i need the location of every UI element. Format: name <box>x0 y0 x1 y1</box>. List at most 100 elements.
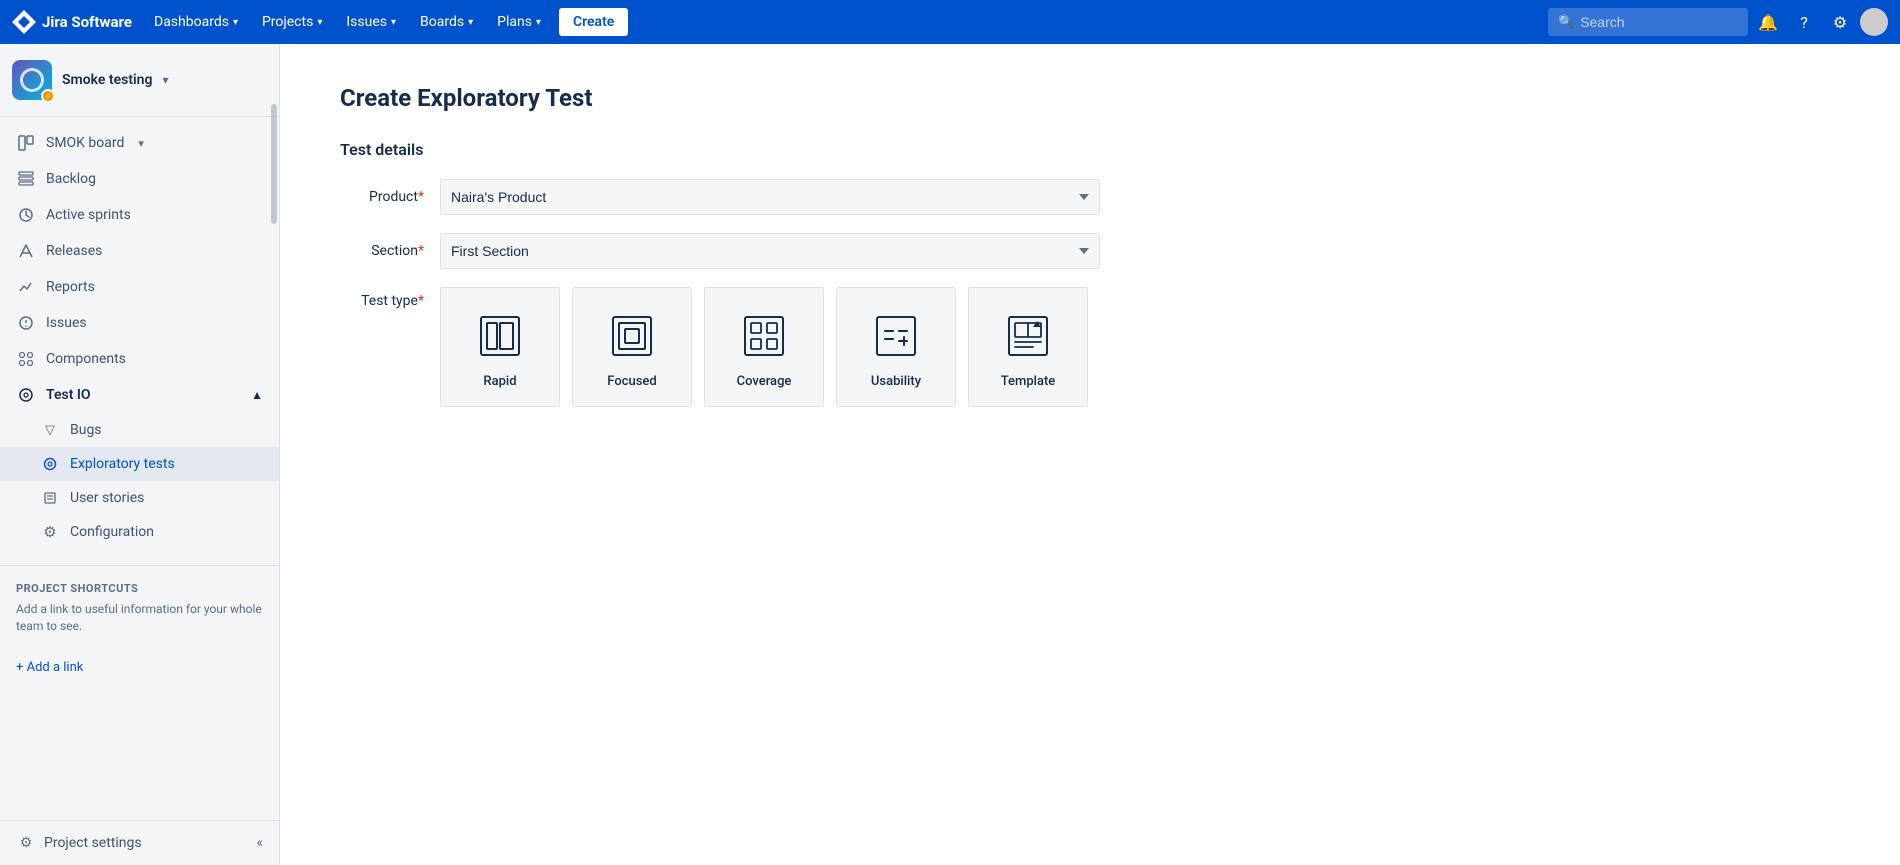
stories-icon <box>40 488 60 508</box>
sidebar-item-components[interactable]: Components <box>0 341 279 377</box>
logo[interactable]: Jira Software <box>12 10 132 34</box>
test-type-cards: Rapid Focused <box>440 287 1088 407</box>
test-type-coverage[interactable]: Coverage <box>704 287 824 407</box>
coverage-icon <box>734 306 794 366</box>
shortcuts-title: PROJECT SHORTCUTS <box>16 582 263 595</box>
test-type-focused[interactable]: Focused <box>572 287 692 407</box>
main-layout: ⚡ Smoke testing ▾ SMOK board ▾ Backlog <box>0 44 1900 865</box>
nav-plans[interactable]: Plans ▾ <box>487 8 551 36</box>
test-type-rapid[interactable]: Rapid <box>440 287 560 407</box>
sidebar-item-label: Bugs <box>70 422 102 438</box>
nav-issues[interactable]: Issues ▾ <box>336 8 406 36</box>
test-io-label: Test IO <box>46 387 91 403</box>
sidebar-item-label: Backlog <box>46 171 96 187</box>
project-chevron-icon[interactable]: ▾ <box>162 73 168 87</box>
test-type-usability[interactable]: Usability <box>836 287 956 407</box>
main-content: Create Exploratory Test Test details Pro… <box>280 44 1900 865</box>
issues-icon <box>16 313 36 333</box>
section-row: Section* First Section <box>340 233 1840 269</box>
product-select[interactable]: Naira's Product <box>440 179 1100 215</box>
add-link-label[interactable]: + Add a link <box>16 660 83 675</box>
chevron-down-icon: ▾ <box>468 17 473 28</box>
config-icon: ⚙ <box>40 522 60 542</box>
chevron-down-icon: ▾ <box>391 17 396 28</box>
sidebar-item-label: Configuration <box>70 524 154 540</box>
project-settings-label: Project settings <box>44 835 142 851</box>
sidebar-item-label: Issues <box>46 315 87 331</box>
sidebar-item-label: Releases <box>46 243 102 259</box>
sidebar-item-label: Active sprints <box>46 207 131 223</box>
sidebar: ⚡ Smoke testing ▾ SMOK board ▾ Backlog <box>0 44 280 865</box>
search-icon: 🔍 <box>1558 15 1574 30</box>
project-shortcuts: PROJECT SHORTCUTS Add a link to useful i… <box>0 565 279 651</box>
search-bar[interactable]: 🔍 <box>1548 8 1748 36</box>
sidebar-item-issues[interactable]: Issues <box>0 305 279 341</box>
exploratory-icon <box>40 454 60 474</box>
sidebar-item-reports[interactable]: Reports <box>0 269 279 305</box>
product-row: Product* Naira's Product <box>340 179 1840 215</box>
sidebar-item-label: Exploratory tests <box>70 456 175 472</box>
search-input[interactable] <box>1580 14 1738 30</box>
sidebar-item-releases[interactable]: Releases <box>0 233 279 269</box>
test-type-label: Test type* <box>340 287 440 309</box>
sidebar-item-backlog[interactable]: Backlog <box>0 161 279 197</box>
settings-button[interactable]: ⚙ <box>1824 6 1856 38</box>
template-label: Template <box>1001 374 1056 389</box>
rapid-icon <box>470 306 530 366</box>
logo-diamond-icon <box>12 10 36 34</box>
components-icon <box>16 349 36 369</box>
sidebar-item-label: Reports <box>46 279 95 295</box>
notifications-button[interactable]: 🔔 <box>1752 6 1784 38</box>
sidebar-item-configuration[interactable]: ⚙ Configuration <box>0 515 279 549</box>
sidebar-item-label: SMOK board <box>46 135 124 151</box>
page-title: Create Exploratory Test <box>340 84 1840 112</box>
nav-boards[interactable]: Boards ▾ <box>410 8 483 36</box>
nav-projects[interactable]: Projects ▾ <box>252 8 332 36</box>
bell-icon: 🔔 <box>1758 13 1778 32</box>
focused-icon <box>602 306 662 366</box>
focused-label: Focused <box>607 374 656 389</box>
logo-text: Jira Software <box>42 13 132 31</box>
avatar[interactable] <box>1860 8 1888 36</box>
chevron-down-icon: ▾ <box>233 17 238 28</box>
create-button[interactable]: Create <box>559 8 628 36</box>
section-select[interactable]: First Section <box>440 233 1100 269</box>
releases-icon <box>16 241 36 261</box>
sidebar-item-exploratory-tests[interactable]: Exploratory tests <box>0 447 279 481</box>
test-type-row: Test type* Rapid <box>340 287 1840 407</box>
top-navigation: Jira Software Dashboards ▾ Projects ▾ Is… <box>0 0 1900 44</box>
help-icon: ? <box>1800 13 1808 32</box>
test-io-chevron-icon: ▲ <box>251 388 263 402</box>
nav-dashboards[interactable]: Dashboards ▾ <box>144 8 248 36</box>
usability-icon <box>866 306 926 366</box>
backlog-icon <box>16 169 36 189</box>
usability-label: Usability <box>871 374 921 389</box>
rapid-label: Rapid <box>483 374 516 389</box>
coverage-label: Coverage <box>737 374 792 389</box>
chevron-down-icon: ▾ <box>317 17 322 28</box>
smok-board-chevron-icon: ▾ <box>138 137 144 150</box>
sidebar-item-label: User stories <box>70 490 144 506</box>
section-label: Section* <box>340 243 440 259</box>
project-name: Smoke testing <box>62 72 152 88</box>
template-icon <box>998 306 1058 366</box>
sidebar-item-user-stories[interactable]: User stories <box>0 481 279 515</box>
bugs-icon: ▽ <box>40 420 60 440</box>
help-button[interactable]: ? <box>1788 6 1820 38</box>
sidebar-item-active-sprints[interactable]: Active sprints <box>0 197 279 233</box>
add-link-area[interactable]: + Add a link <box>0 651 279 683</box>
sidebar-section-test-io[interactable]: Test IO ▲ <box>0 377 279 413</box>
chevron-down-icon: ▾ <box>536 17 541 28</box>
sidebar-nav: SMOK board ▾ Backlog Active sprints <box>0 117 279 557</box>
sidebar-item-bugs[interactable]: ▽ Bugs <box>0 413 279 447</box>
board-icon <box>16 133 36 153</box>
shortcuts-description: Add a link to useful information for you… <box>16 601 263 635</box>
test-type-template[interactable]: Template <box>968 287 1088 407</box>
project-header[interactable]: ⚡ Smoke testing ▾ <box>0 44 279 117</box>
product-label: Product* <box>340 189 440 205</box>
sidebar-item-smok-board[interactable]: SMOK board ▾ <box>0 125 279 161</box>
project-avatar: ⚡ <box>12 60 52 100</box>
settings-icon: ⚙ <box>16 833 36 853</box>
project-settings-link[interactable]: ⚙ Project settings « <box>0 820 279 865</box>
collapse-sidebar-icon[interactable]: « <box>256 835 263 851</box>
